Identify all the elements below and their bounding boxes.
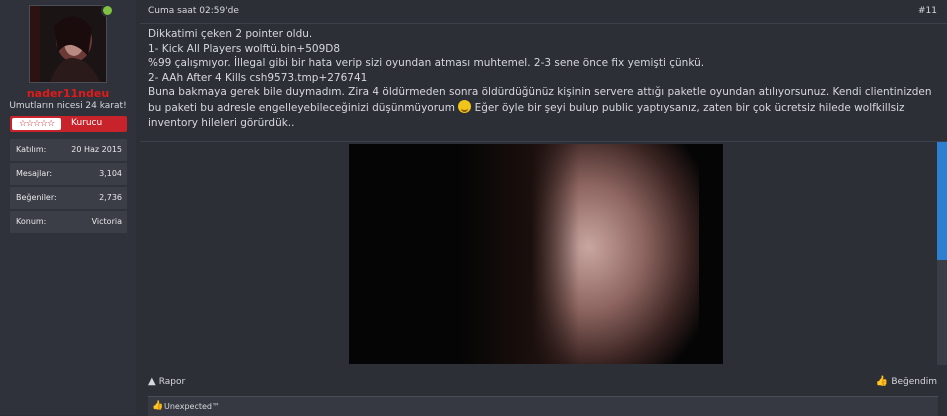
avatar-image xyxy=(30,6,106,82)
warning-icon: ▲ xyxy=(148,376,156,387)
thumbs-up-icon: 👍 xyxy=(875,376,889,387)
stat-key: Mesajlar: xyxy=(16,169,53,178)
online-indicator xyxy=(101,4,114,17)
stat-value: 20 Haz 2015 xyxy=(71,145,122,154)
post-paragraph: Buna bakmaya gerek bile duymadım. Zira 4… xyxy=(148,85,938,130)
stat-key: Beğeniler: xyxy=(16,193,57,202)
rank-stars-icon: ☆☆☆☆☆ xyxy=(12,118,61,130)
post-image[interactable] xyxy=(349,144,723,364)
post: Cuma saat 02:59'de #11 Dikkatimi çeken 2… xyxy=(140,0,947,416)
stat-row-location: Konum: Victoria xyxy=(10,211,127,235)
report-label: Rapor xyxy=(158,377,186,387)
rank-badge: ☆☆☆☆☆ Kurucu xyxy=(10,116,127,132)
stat-value[interactable]: Victoria xyxy=(92,217,122,226)
divider xyxy=(140,141,947,142)
grinning-smiley-icon xyxy=(458,99,472,113)
post-number-link[interactable]: #11 xyxy=(918,6,937,16)
scrollbar-thumb[interactable] xyxy=(937,142,947,260)
stat-key: Katılım: xyxy=(16,145,47,154)
scrollbar[interactable] xyxy=(937,142,947,365)
stat-value: 2,736 xyxy=(99,193,122,202)
post-line: %99 çalışmıyor. İllegal gibi bir hata ve… xyxy=(148,57,705,70)
stat-row-messages: Mesajlar: 3,104 xyxy=(10,163,127,187)
thumbs-up-icon: 👍 xyxy=(152,401,164,411)
username-link[interactable]: nader11ndeu xyxy=(0,87,136,100)
likes-summary: 👍 Unexpected™ xyxy=(148,396,938,416)
post-line: 1- Kick All Players wolftü.bin+509D8 xyxy=(148,42,341,55)
post-header: Cuma saat 02:59'de #11 xyxy=(140,0,947,24)
user-sidebar: nader11ndeu Umutların nicesi 24 karat! ☆… xyxy=(0,0,136,415)
liker-link[interactable]: Unexpected™ xyxy=(164,402,220,411)
post-footer: ▲ Rapor 👍 Beğendim xyxy=(140,370,947,392)
post-line: Dikkatimi çeken 2 pointer oldu. xyxy=(148,28,313,40)
post-line: 2- AAh After 4 Kills csh9573.tmp+276741 xyxy=(148,71,368,84)
like-button[interactable]: 👍 Beğendim xyxy=(876,376,937,387)
user-stats: Katılım: 20 Haz 2015 Mesajlar: 3,104 Beğ… xyxy=(10,139,127,235)
rank-label: Kurucu xyxy=(71,118,103,128)
stat-value[interactable]: 3,104 xyxy=(99,169,122,178)
like-label: Beğendim xyxy=(891,377,937,387)
report-button[interactable]: ▲ Rapor xyxy=(148,376,185,387)
avatar[interactable] xyxy=(29,5,107,83)
post-date[interactable]: Cuma saat 02:59'de xyxy=(148,6,239,16)
stat-row-likes: Beğeniler: 2,736 xyxy=(10,187,127,211)
stat-key: Konum: xyxy=(16,217,47,226)
post-body: Dikkatimi çeken 2 pointer oldu. 1- Kick … xyxy=(148,27,938,130)
user-title: Umutların nicesi 24 karat! xyxy=(9,101,127,111)
image-shadow xyxy=(459,144,579,364)
stat-row-joined: Katılım: 20 Haz 2015 xyxy=(10,139,127,163)
